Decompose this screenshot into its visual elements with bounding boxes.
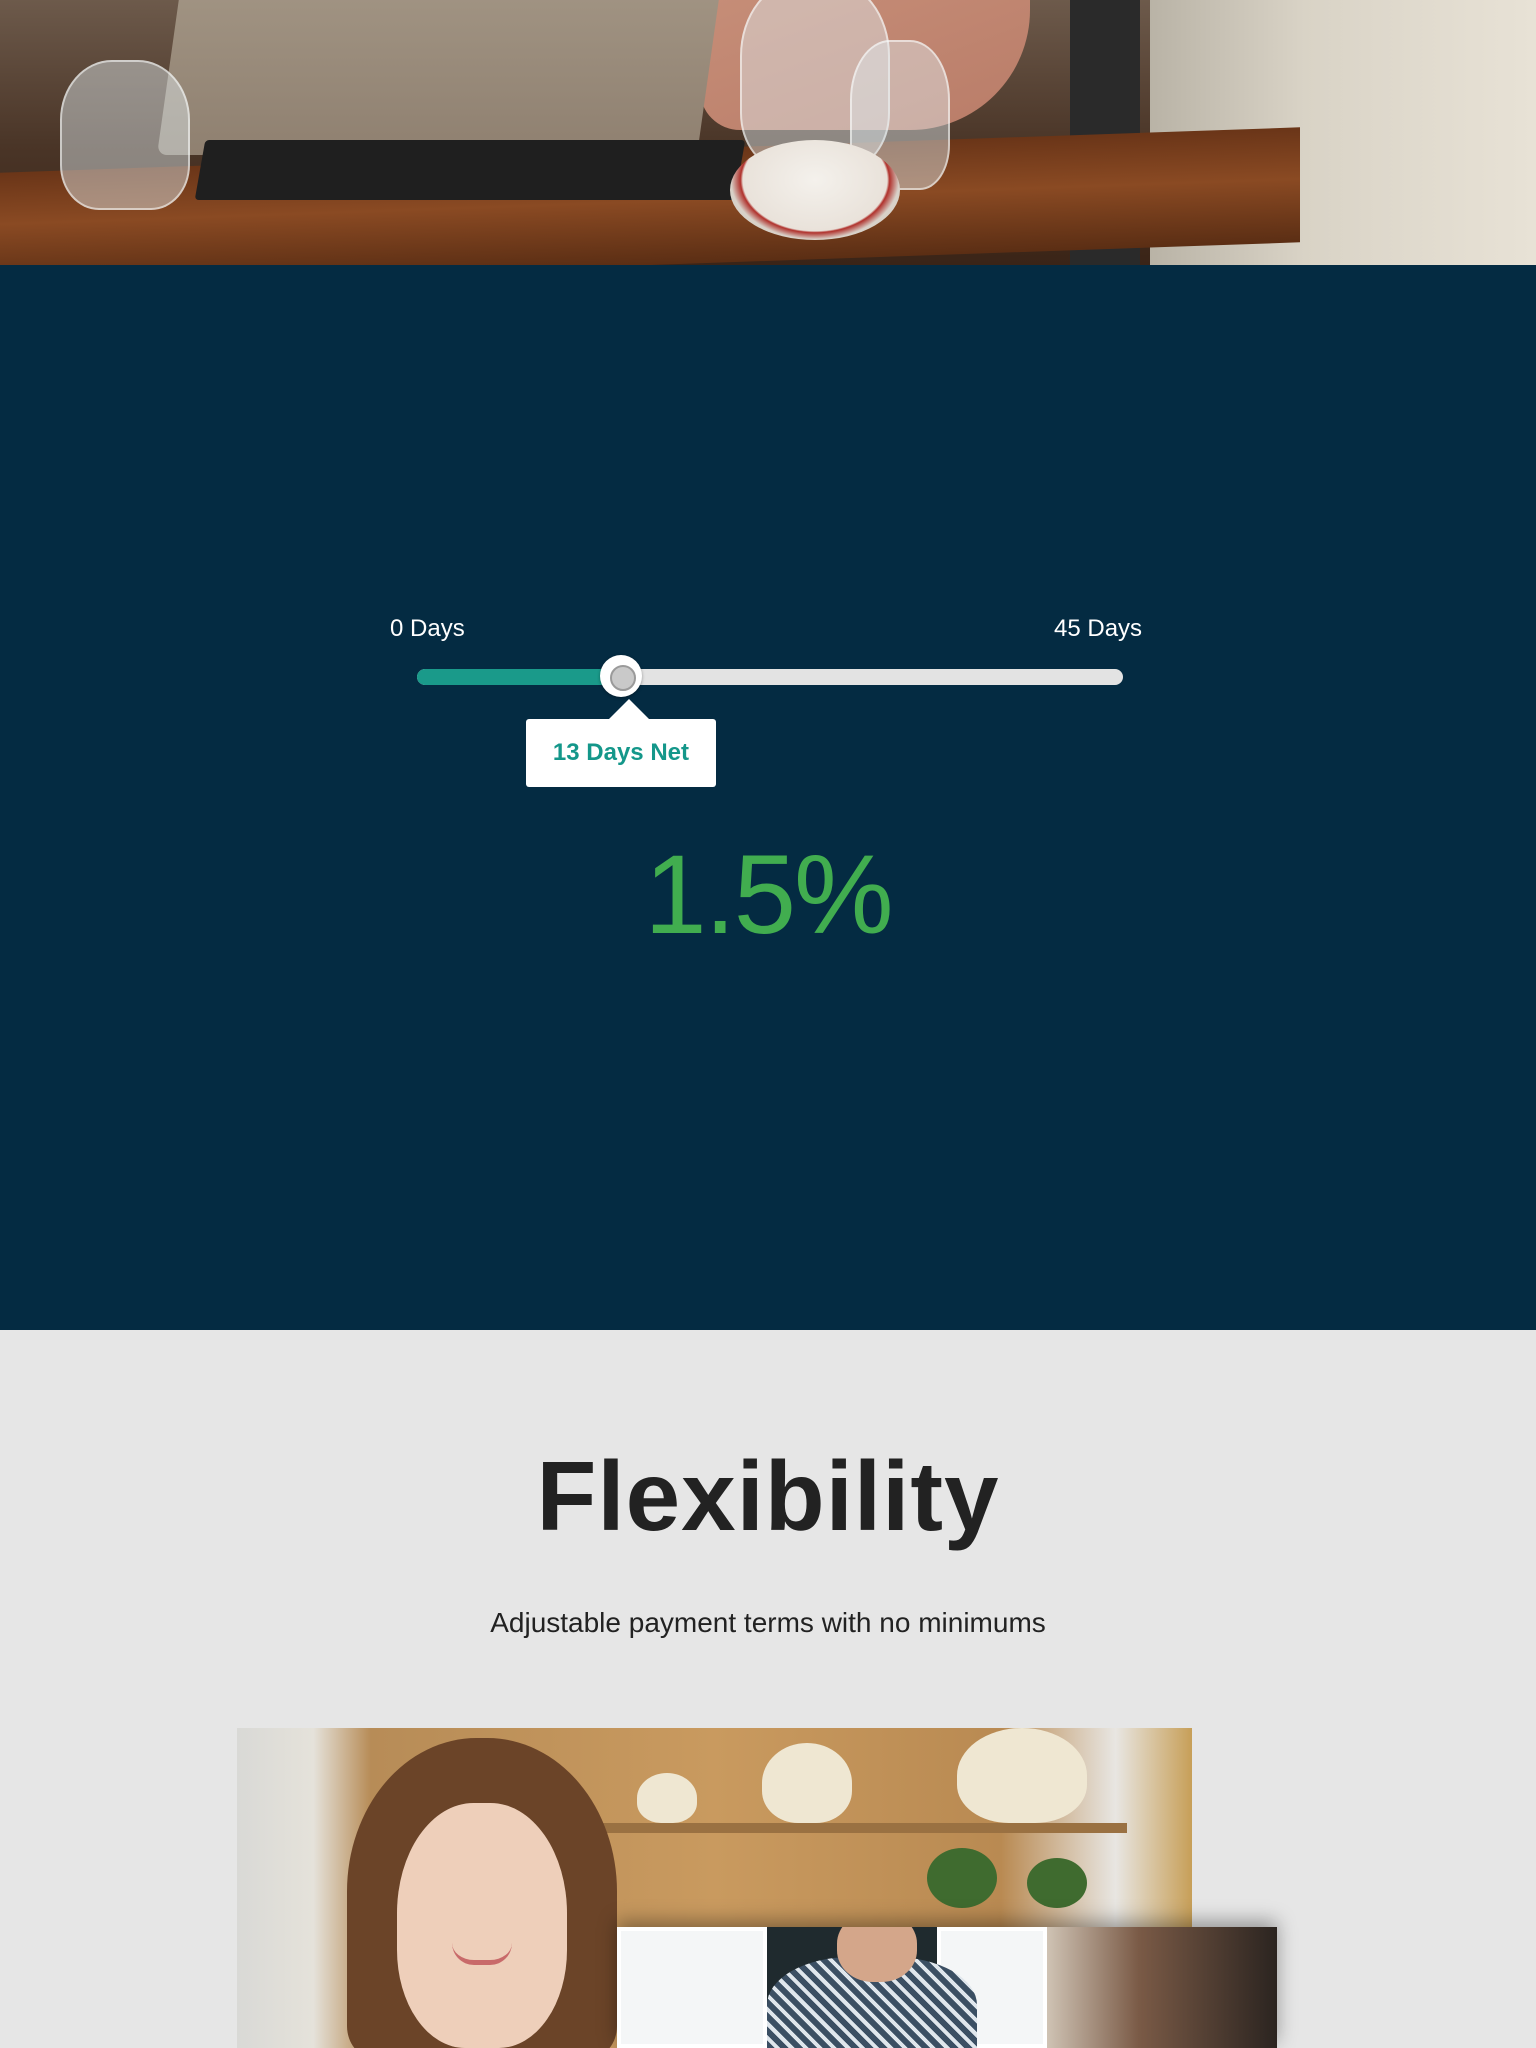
photo-man-head [837, 1927, 917, 1982]
photo-plant [927, 1848, 997, 1908]
days-slider-tooltip: 13 Days Net [525, 699, 716, 787]
discount-rate-value: 1.5% [644, 832, 893, 957]
days-slider-track[interactable] [417, 669, 1123, 685]
section-subtitle: Adjustable payment terms with no minimum… [490, 1607, 1046, 1638]
man-at-office-photo [617, 1927, 1277, 2048]
photo-shelf [587, 1823, 1127, 1833]
hero-photo-cup [730, 140, 900, 240]
days-slider-fill [417, 669, 629, 685]
photo-pot [957, 1728, 1087, 1823]
photo-pot [637, 1773, 697, 1823]
slider-min-label: 0 Days [390, 615, 465, 642]
photo-plant [1027, 1858, 1087, 1908]
payment-terms-calculator: 0 Days 45 Days 13 Days Net 1.5% [0, 265, 1536, 1330]
section-title: Flexibility [536, 1441, 1000, 1551]
photo-pot [762, 1743, 852, 1823]
photo-woman-face [397, 1803, 567, 2048]
hero-photo-laptop [156, 0, 723, 155]
days-slider-handle[interactable] [599, 655, 642, 697]
hero-photo-glass [60, 60, 190, 210]
hero-photo-laptop-keyboard [194, 140, 746, 200]
slider-max-label: 45 Days [1054, 615, 1143, 642]
hero-photo [0, 0, 1536, 265]
photo-side-person [1047, 1927, 1277, 2048]
photo-window [617, 1927, 767, 2048]
